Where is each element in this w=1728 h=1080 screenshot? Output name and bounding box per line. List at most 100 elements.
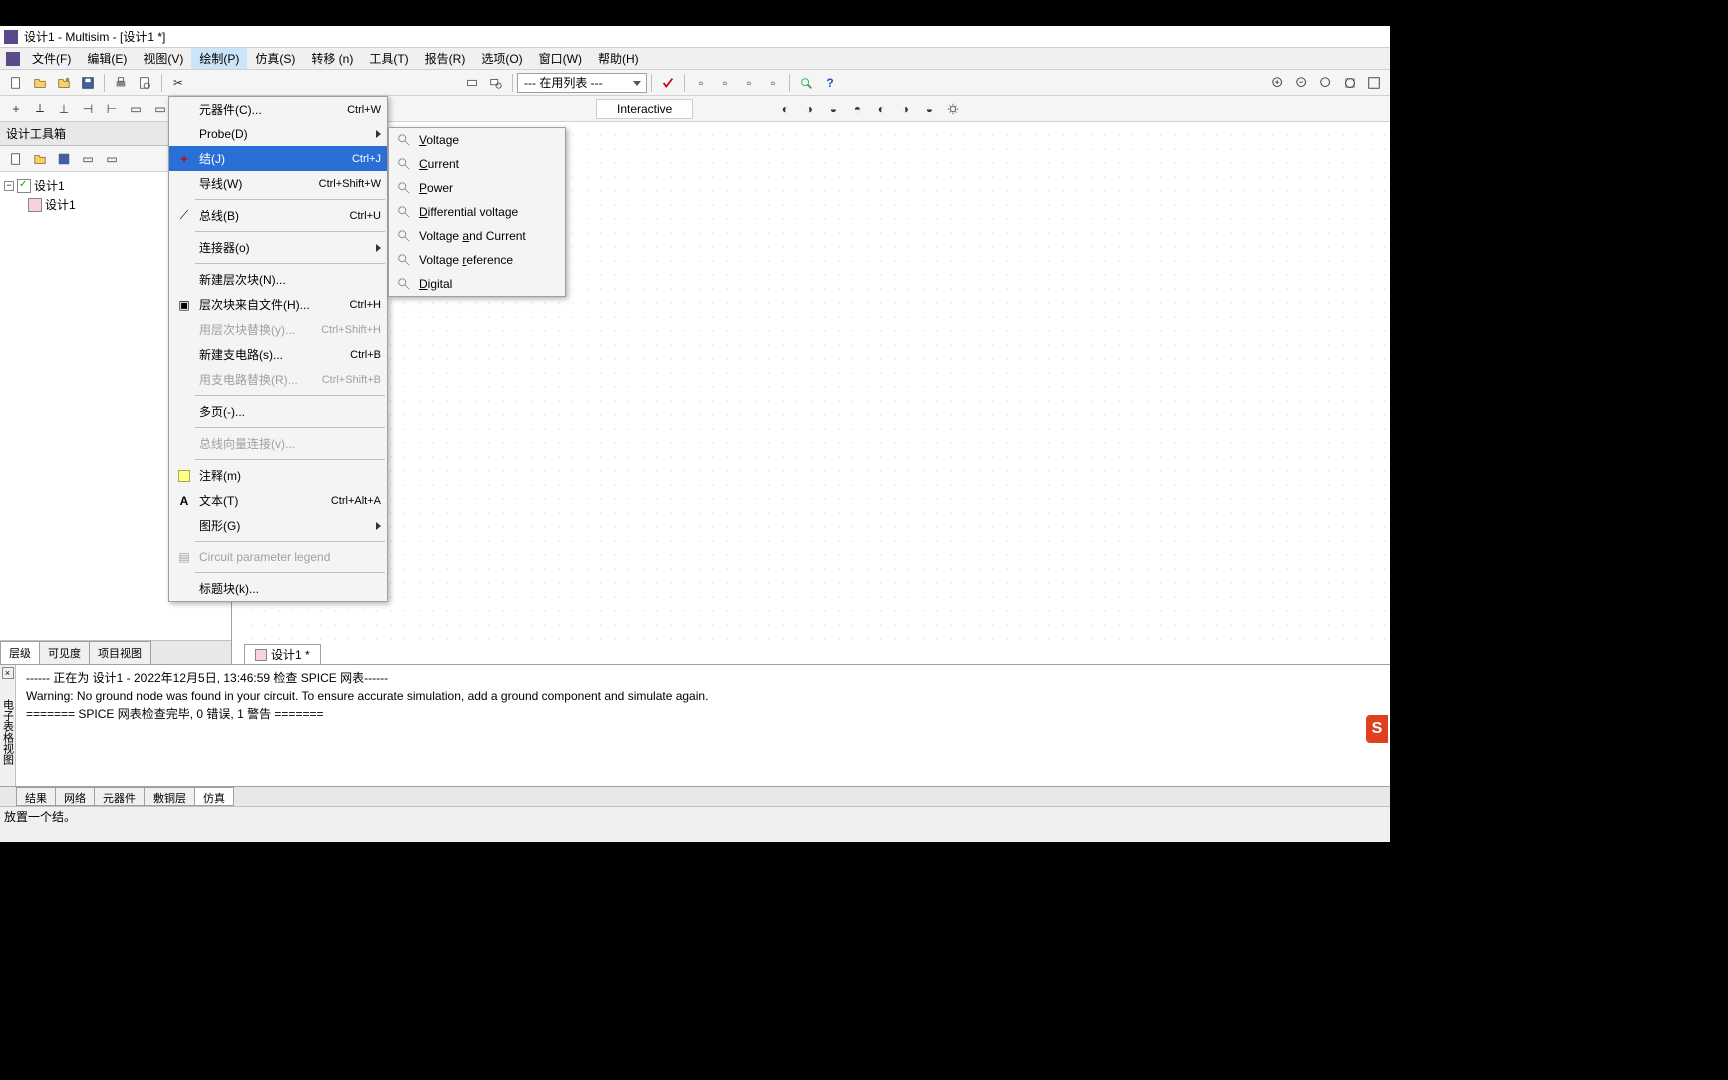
save-icon[interactable] <box>78 73 98 93</box>
menu-item[interactable]: 报告(R) <box>417 48 474 69</box>
tool-c-icon[interactable]: ▫ <box>739 73 759 93</box>
output-body[interactable]: ------ 正在为 设计1 - 2022年12月5日, 13:46:59 检查… <box>16 665 1390 786</box>
component-icon[interactable] <box>462 73 482 93</box>
zoom-area-icon[interactable] <box>1316 73 1336 93</box>
sim-e-icon[interactable]: ◐ <box>871 99 891 119</box>
place-g-icon[interactable]: ▭ <box>150 99 170 119</box>
menu-item[interactable]: 视图(V) <box>135 48 191 69</box>
place-c-icon[interactable]: ⊥ <box>54 99 74 119</box>
menu-item-icon <box>175 240 193 256</box>
submenu-item[interactable]: Voltage reference <box>389 248 565 272</box>
menu-item[interactable]: 图形(G) <box>169 513 387 538</box>
menu-item[interactable]: 新建层次块(N)... <box>169 267 387 292</box>
menu-item-label: 新建支电路(s)... <box>199 346 338 363</box>
sim-mode-combo[interactable]: Interactive <box>596 99 693 119</box>
submenu-item[interactable]: Digital <box>389 272 565 296</box>
output-tab[interactable]: 仿真 <box>194 787 234 806</box>
settings-gear-icon[interactable] <box>943 99 963 119</box>
submenu-item[interactable]: Voltage and Current <box>389 224 565 248</box>
sim-b-icon[interactable]: ◑ <box>799 99 819 119</box>
menu-item[interactable]: 窗口(W) <box>531 48 590 69</box>
menu-item[interactable]: 新建支电路(s)...Ctrl+B <box>169 342 387 367</box>
cut-icon[interactable]: ✂ <box>168 73 188 93</box>
full-screen-icon[interactable] <box>1364 73 1384 93</box>
menu-item[interactable]: 注释(m) <box>169 463 387 488</box>
menu-item[interactable]: Probe(D) <box>169 122 387 146</box>
stb-open-icon[interactable] <box>30 149 50 169</box>
place-b-icon[interactable]: ⟂ <box>30 99 50 119</box>
output-tab[interactable]: 结果 <box>16 787 56 806</box>
menu-item-label: 层次块来自文件(H)... <box>199 296 338 313</box>
expand-icon[interactable]: − <box>4 181 14 191</box>
sim-f-icon[interactable]: ◑ <box>895 99 915 119</box>
menu-item[interactable]: ▣层次块来自文件(H)...Ctrl+H <box>169 292 387 317</box>
menu-item[interactable]: 编辑(E) <box>79 48 135 69</box>
canvas-tab[interactable]: 设计1 * <box>244 644 321 664</box>
stb-e-icon[interactable]: ▭ <box>102 149 122 169</box>
search-component-icon[interactable] <box>486 73 506 93</box>
menu-item[interactable]: +结(J)Ctrl+J <box>169 146 387 171</box>
menu-item[interactable]: 文件(F) <box>24 48 79 69</box>
menu-item[interactable]: 标题块(k)... <box>169 576 387 601</box>
submenu-item[interactable]: Current <box>389 152 565 176</box>
menu-item-icon <box>175 436 193 452</box>
menu-item[interactable]: 帮助(H) <box>590 48 647 69</box>
help-icon[interactable]: ? <box>820 73 840 93</box>
menubar: 文件(F)编辑(E)视图(V)绘制(P)仿真(S)转移 (n)工具(T)报告(R… <box>0 48 1390 70</box>
probe-icon <box>395 132 413 148</box>
find-icon[interactable] <box>796 73 816 93</box>
sim-a-icon[interactable]: ◐ <box>775 99 795 119</box>
place-f-icon[interactable]: ▭ <box>126 99 146 119</box>
print-icon[interactable] <box>111 73 131 93</box>
menu-item[interactable]: 转移 (n) <box>303 48 361 69</box>
output-tab[interactable]: 元器件 <box>94 787 145 806</box>
stb-save-icon[interactable] <box>54 149 74 169</box>
output-tab[interactable]: 敷铜层 <box>144 787 195 806</box>
menu-item[interactable]: ⟋总线(B)Ctrl+U <box>169 203 387 228</box>
submenu-item[interactable]: Power <box>389 176 565 200</box>
menu-item[interactable]: A文本(T)Ctrl+Alt+A <box>169 488 387 513</box>
menu-item[interactable]: 选项(O) <box>473 48 530 69</box>
tool-b-icon[interactable]: ▫ <box>715 73 735 93</box>
menu-item[interactable]: 仿真(S) <box>247 48 303 69</box>
new-file-icon[interactable] <box>6 73 26 93</box>
close-output-icon[interactable]: × <box>2 667 14 679</box>
tool-a-icon[interactable]: ▫ <box>691 73 711 93</box>
window-title: 设计1 - Multisim - [设计1 *] <box>24 28 165 45</box>
check-icon[interactable] <box>658 73 678 93</box>
menu-item-label: 新建层次块(N)... <box>199 271 381 288</box>
place-e-icon[interactable]: ⊢ <box>102 99 122 119</box>
submenu-item[interactable]: Differential voltage <box>389 200 565 224</box>
toolbar-main: ✂ --- 在用列表 --- ▫ ▫ ▫ ▫ ? <box>0 70 1390 96</box>
menu-item[interactable]: 多页(-)... <box>169 399 387 424</box>
zoom-in-icon[interactable] <box>1268 73 1288 93</box>
zoom-out-icon[interactable] <box>1292 73 1312 93</box>
in-use-list-combo[interactable]: --- 在用列表 --- <box>517 73 647 93</box>
menu-item[interactable]: 元器件(C)...Ctrl+W <box>169 97 387 122</box>
menu-item[interactable]: 工具(T) <box>361 48 416 69</box>
probe-icon <box>395 276 413 292</box>
stb-new-icon[interactable] <box>6 149 26 169</box>
side-tab[interactable]: 项目视图 <box>89 641 151 664</box>
zoom-fit-icon[interactable] <box>1340 73 1360 93</box>
preview-icon[interactable] <box>135 73 155 93</box>
menu-item-label: 结(J) <box>199 150 340 167</box>
open-icon[interactable] <box>30 73 50 93</box>
menu-item[interactable]: 导线(W)Ctrl+Shift+W <box>169 171 387 196</box>
menu-item[interactable]: 连接器(o) <box>169 235 387 260</box>
sim-g-icon[interactable]: ◒ <box>919 99 939 119</box>
submenu-item[interactable]: Voltage <box>389 128 565 152</box>
tool-d-icon[interactable]: ▫ <box>763 73 783 93</box>
open2-icon[interactable] <box>54 73 74 93</box>
side-tab[interactable]: 层级 <box>0 641 40 664</box>
output-tab[interactable]: 网络 <box>55 787 95 806</box>
stb-d-icon[interactable]: ▭ <box>78 149 98 169</box>
sim-d-icon[interactable]: ◓ <box>847 99 867 119</box>
sim-c-icon[interactable]: ◒ <box>823 99 843 119</box>
menu-item-icon <box>175 272 193 288</box>
side-tab[interactable]: 可见度 <box>39 641 90 664</box>
menu-item-label: 用支电路替换(R)... <box>199 371 310 388</box>
place-d-icon[interactable]: ⊣ <box>78 99 98 119</box>
place-a-icon[interactable]: + <box>6 99 26 119</box>
menu-item[interactable]: 绘制(P) <box>191 48 247 69</box>
